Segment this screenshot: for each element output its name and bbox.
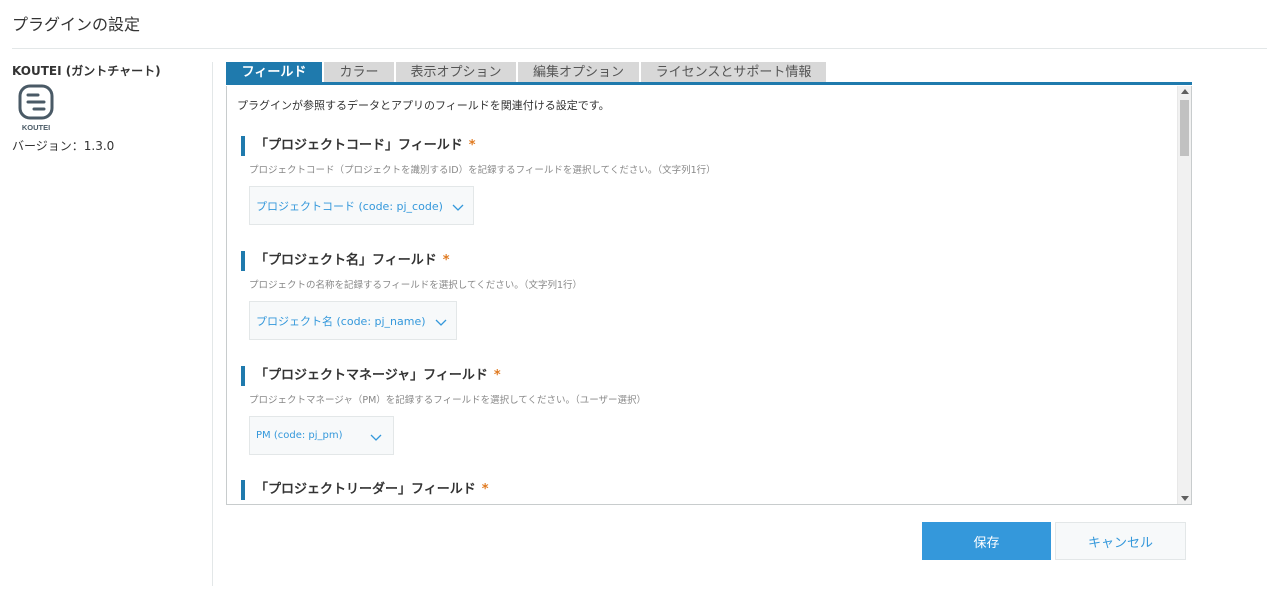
tab-license-support[interactable]: ライセンスとサポート情報 bbox=[641, 62, 826, 83]
tab-bar: フィールド カラー 表示オプション 編集オプション ライセンスとサポート情報 bbox=[226, 62, 828, 83]
project-manager-select[interactable]: PM (code: pj_pm) bbox=[249, 416, 394, 455]
cancel-button[interactable]: キャンセル bbox=[1055, 522, 1186, 560]
field-section: 「プロジェクトリーダー」フィールド * bbox=[241, 480, 1141, 500]
select-value: プロジェクト名 (code: pj_name) bbox=[256, 314, 426, 328]
field-section: 「プロジェクトコード」フィールド * プロジェクトコード（プロジェクトを識別するI… bbox=[241, 136, 1141, 225]
tab-field[interactable]: フィールド bbox=[226, 62, 322, 83]
section-description: プロジェクトコード（プロジェクトを識別するID）を記録するフィールドを選択してく… bbox=[249, 165, 716, 176]
panel-scrollbar[interactable] bbox=[1177, 86, 1191, 504]
section-heading: 「プロジェクトリーダー」フィールド * bbox=[241, 480, 1141, 500]
project-code-select[interactable]: プロジェクトコード (code: pj_code) bbox=[249, 186, 474, 225]
panel-description: プラグインが参照するデータとアプリのフィールドを関連付ける設定です。 bbox=[237, 99, 610, 112]
save-button[interactable]: 保存 bbox=[922, 522, 1051, 560]
plugin-info: KOUTEI (ガントチャート) KOUTEI バージョン：1.3.0 bbox=[12, 62, 202, 153]
select-value: PM (code: pj_pm) bbox=[256, 430, 343, 441]
tab-display-options[interactable]: 表示オプション bbox=[396, 62, 516, 83]
section-heading-label: 「プロジェクトリーダー」フィールド bbox=[255, 482, 476, 497]
scroll-thumb[interactable] bbox=[1180, 100, 1189, 156]
tab-underline bbox=[226, 82, 1192, 85]
tab-color[interactable]: カラー bbox=[324, 62, 394, 83]
scroll-up-arrow-icon[interactable] bbox=[1181, 89, 1189, 94]
required-mark: * bbox=[442, 253, 450, 268]
plugin-name: KOUTEI (ガントチャート) bbox=[12, 64, 161, 78]
section-heading-label: 「プロジェクト名」フィールド bbox=[255, 253, 437, 268]
select-value: プロジェクトコード (code: pj_code) bbox=[256, 199, 443, 213]
section-description: プロジェクトの名称を記録するフィールドを選択してください。（文字列1行） bbox=[249, 280, 583, 291]
sidebar-divider bbox=[212, 62, 213, 586]
section-heading-label: 「プロジェクトマネージャ」フィールド bbox=[255, 368, 488, 383]
field-section: 「プロジェクトマネージャ」フィールド * プロジェクトマネージャ（PM）を記録する… bbox=[241, 366, 1141, 455]
section-heading: 「プロジェクト名」フィールド * bbox=[241, 251, 1141, 271]
scroll-down-arrow-icon[interactable] bbox=[1181, 496, 1189, 501]
section-heading: 「プロジェクトマネージャ」フィールド * bbox=[241, 366, 1141, 386]
chevron-down-icon bbox=[451, 199, 465, 213]
koutei-logo-icon: KOUTEI bbox=[16, 84, 56, 134]
required-mark: * bbox=[493, 368, 501, 383]
logo-text: KOUTEI bbox=[22, 123, 50, 132]
page-title: プラグインの設定 bbox=[12, 15, 141, 34]
chevron-down-icon bbox=[369, 429, 383, 443]
section-description: プロジェクトマネージャ（PM）を記録するフィールドを選択してください。（ユーザー… bbox=[249, 395, 647, 406]
chevron-down-icon bbox=[434, 314, 448, 328]
field-section: 「プロジェクト名」フィールド * プロジェクトの名称を記録するフィールドを選択して… bbox=[241, 251, 1141, 340]
section-heading: 「プロジェクトコード」フィールド * bbox=[241, 136, 1141, 156]
plugin-version: バージョン：1.3.0 bbox=[12, 139, 115, 153]
settings-panel: プラグインが参照するデータとアプリのフィールドを関連付ける設定です。 「プロジェ… bbox=[226, 86, 1192, 505]
title-divider bbox=[12, 48, 1267, 49]
required-mark: * bbox=[468, 138, 476, 153]
tab-edit-options[interactable]: 編集オプション bbox=[518, 62, 639, 83]
project-name-select[interactable]: プロジェクト名 (code: pj_name) bbox=[249, 301, 457, 340]
required-mark: * bbox=[481, 482, 489, 497]
section-heading-label: 「プロジェクトコード」フィールド bbox=[255, 138, 463, 153]
